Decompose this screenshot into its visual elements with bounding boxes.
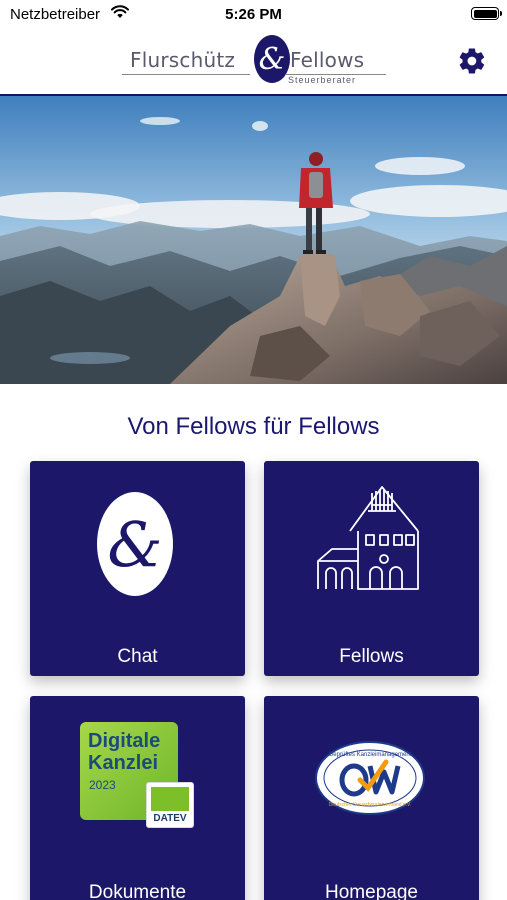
hero-image bbox=[0, 96, 507, 384]
badge-line1: Digitale bbox=[88, 730, 161, 752]
badge-text: Digitale Kanzlei bbox=[88, 730, 160, 774]
fellows-tile[interactable]: Fellows bbox=[264, 461, 479, 676]
datev-brand: DATEV bbox=[153, 813, 187, 824]
datev-green-mark bbox=[151, 787, 189, 811]
settings-button[interactable] bbox=[455, 44, 489, 78]
svg-text:&: & bbox=[107, 508, 162, 581]
logo-rule-left bbox=[122, 74, 250, 75]
mountain-landscape-image bbox=[0, 96, 507, 384]
chat-tile-label: Chat bbox=[117, 646, 158, 667]
logo-name-left: Flurschütz bbox=[130, 48, 236, 72]
homepage-tile[interactable]: Geprüftes Kanzleimanagement Deutscher St… bbox=[264, 696, 479, 900]
dokumente-tile-label: Dokumente bbox=[88, 882, 187, 900]
fellows-tile-label: Fellows bbox=[339, 646, 404, 667]
ampersand-emblem-icon: & bbox=[254, 35, 290, 83]
svg-text:&: & bbox=[259, 42, 286, 77]
chat-tile[interactable]: & Chat bbox=[30, 461, 245, 676]
logo-subtitle: Steuerberater bbox=[288, 75, 357, 85]
battery-icon bbox=[471, 7, 502, 20]
seal-top-text: Geprüftes Kanzleimanagement bbox=[329, 752, 412, 758]
seal-bottom-text: Deutscher Steuerberaterverband e.V. bbox=[329, 802, 412, 808]
status-bar: Netzbetreiber 5:26 PM bbox=[0, 0, 507, 30]
datev-logo: DATEV bbox=[146, 782, 194, 828]
app-header: Flurschütz & Fellows Steuerberater bbox=[0, 30, 507, 94]
qm-seal-icon: Geprüftes Kanzleimanagement Deutscher St… bbox=[315, 741, 425, 815]
badge-line2: Kanzlei bbox=[88, 752, 159, 774]
company-logo[interactable]: Flurschütz & Fellows Steuerberater bbox=[120, 32, 390, 88]
section-title: Von Fellows für Fellows bbox=[127, 413, 380, 440]
logo-name-right: Fellows bbox=[290, 48, 365, 72]
homepage-tile-label: Homepage bbox=[325, 882, 418, 900]
gear-icon bbox=[459, 48, 485, 74]
status-time: 5:26 PM bbox=[225, 6, 282, 23]
ampersand-logo-icon: & bbox=[97, 492, 173, 596]
dokumente-tile[interactable]: Digitale Kanzlei 2023 DATEV Dokumente bbox=[30, 696, 245, 900]
building-icon bbox=[317, 486, 419, 590]
badge-year: 2023 bbox=[89, 778, 116, 792]
